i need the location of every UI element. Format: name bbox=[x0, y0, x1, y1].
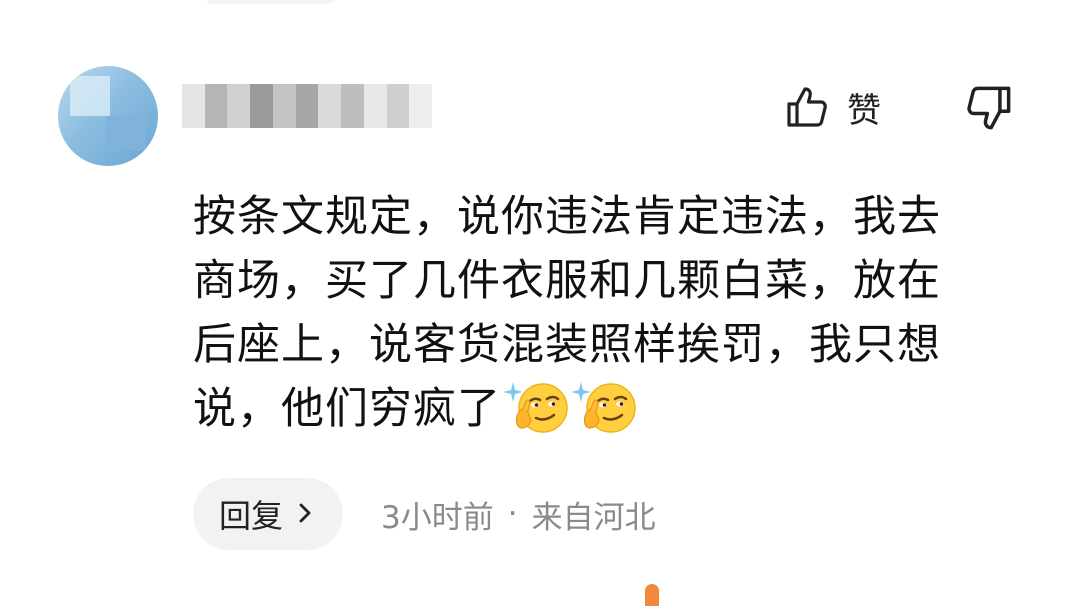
avatar[interactable] bbox=[58, 66, 158, 166]
comment-line-text: 说，他们穷疯了 bbox=[193, 384, 501, 434]
username-blurred[interactable] bbox=[182, 84, 432, 128]
comment-location: 来自河北 bbox=[531, 499, 656, 536]
chevron-right-icon bbox=[283, 495, 313, 533]
comment-time: 3小时前 bbox=[381, 499, 494, 536]
smirk-emoji-icon bbox=[503, 376, 569, 436]
comment-card: 赞 按条文规定，说你违法肯定违法，我去 商场，买了几件衣服和几颗白菜，放在 后座… bbox=[0, 0, 1080, 602]
thumbs-down-icon bbox=[965, 86, 1013, 136]
comment-line: 按条文规定，说你违法肯定违法，我去 bbox=[193, 192, 941, 242]
comment-line-last: 说，他们穷疯了 bbox=[193, 377, 1023, 442]
comment-body: 按条文规定，说你违法肯定违法，我去 商场，买了几件衣服和几颗白菜，放在 后座上，… bbox=[193, 185, 1023, 442]
meta-separator: · bbox=[507, 496, 518, 532]
like-button[interactable]: 赞 bbox=[785, 82, 881, 132]
smirk-emoji-icon bbox=[571, 376, 637, 436]
thumbs-up-icon bbox=[785, 85, 829, 129]
next-item-peek bbox=[645, 584, 659, 606]
reply-button[interactable]: 回复 bbox=[193, 478, 344, 550]
comment-meta-row: 回复 3小时前 · 来自河北 bbox=[193, 478, 656, 550]
dislike-button[interactable] bbox=[965, 84, 1013, 136]
like-label: 赞 bbox=[847, 90, 881, 131]
reply-label: 回复 bbox=[219, 497, 284, 535]
comment-line: 商场，买了几件衣服和几颗白菜，放在 bbox=[193, 256, 941, 306]
comment-line: 后座上，说客货混装照样挨罚，我只想 bbox=[193, 320, 941, 370]
